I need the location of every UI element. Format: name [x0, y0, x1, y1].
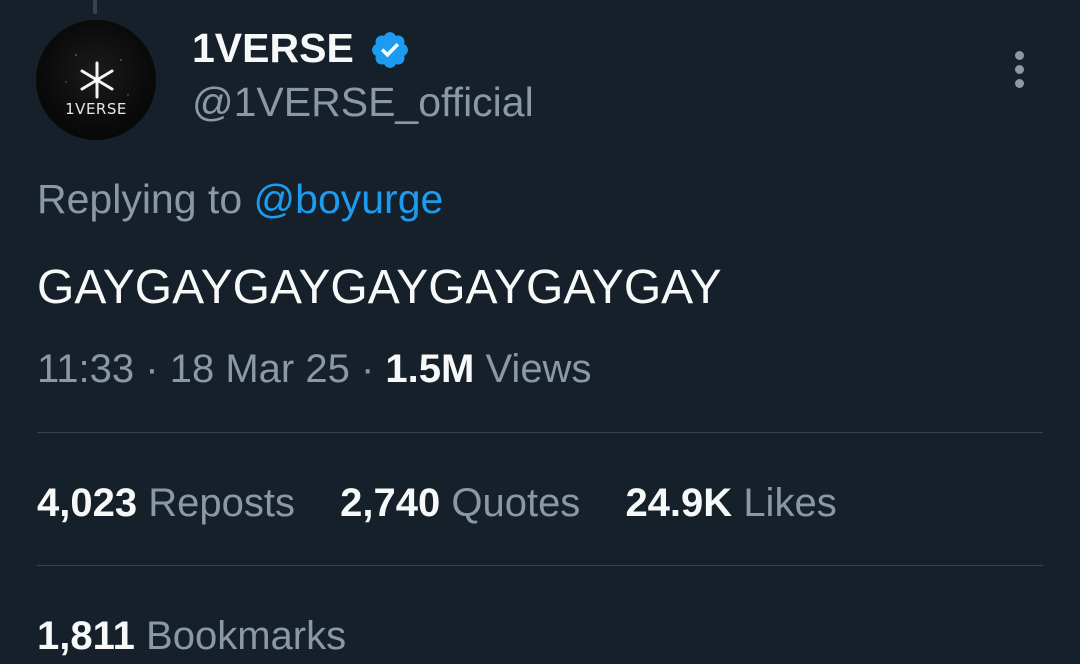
quotes-stat[interactable]: 2,740 Quotes	[340, 478, 580, 528]
replying-to-label: Replying to	[37, 176, 243, 222]
tweet-time[interactable]: 11:33	[37, 347, 134, 391]
thread-connector-line	[93, 0, 97, 14]
avatar[interactable]: 1VERSE	[36, 20, 156, 140]
tweet-text: GAYGAYGAYGAYGAYGAYGAY	[37, 261, 722, 314]
verified-badge-icon	[372, 32, 408, 68]
avatar-logo-text: 1VERSE	[65, 100, 127, 118]
likes-count: 24.9K	[625, 481, 733, 525]
meta-separator: ·	[360, 347, 375, 391]
quotes-count: 2,740	[340, 481, 441, 525]
divider	[37, 432, 1043, 433]
likes-label: Likes	[743, 481, 837, 525]
replying-to-line: Replying to @boyurge	[37, 174, 443, 224]
reply-mention-link[interactable]: @boyurge	[254, 176, 444, 222]
engagement-stats: 4,023 Reposts 2,740 Quotes 24.9K Likes	[37, 478, 871, 528]
more-dot	[1015, 79, 1024, 88]
bookmarks-label: Bookmarks	[146, 614, 347, 658]
quotes-label: Quotes	[451, 481, 581, 525]
tweet-date[interactable]: 18 Mar 25	[170, 347, 350, 391]
author-handle[interactable]: @1VERSE_official	[192, 78, 534, 126]
tweet-meta: 11:33 · 18 Mar 25 · 1.5M Views	[37, 344, 591, 394]
reposts-label: Reposts	[148, 481, 295, 525]
more-dot	[1015, 51, 1024, 60]
more-dot	[1015, 65, 1024, 74]
reposts-count: 4,023	[37, 481, 138, 525]
reposts-stat[interactable]: 4,023 Reposts	[37, 478, 295, 528]
more-options-icon[interactable]	[1006, 48, 1034, 92]
asterisk-logo-icon	[65, 54, 129, 99]
author-display-name[interactable]: 1VERSE	[192, 24, 354, 72]
likes-stat[interactable]: 24.9K Likes	[625, 478, 836, 528]
views-count: 1.5M	[385, 347, 475, 391]
bookmarks-count: 1,811	[37, 614, 135, 658]
views-label: Views	[485, 347, 592, 391]
meta-separator: ·	[145, 347, 159, 391]
bookmarks-stat[interactable]: 1,811 Bookmarks	[37, 611, 346, 661]
divider	[37, 565, 1043, 566]
